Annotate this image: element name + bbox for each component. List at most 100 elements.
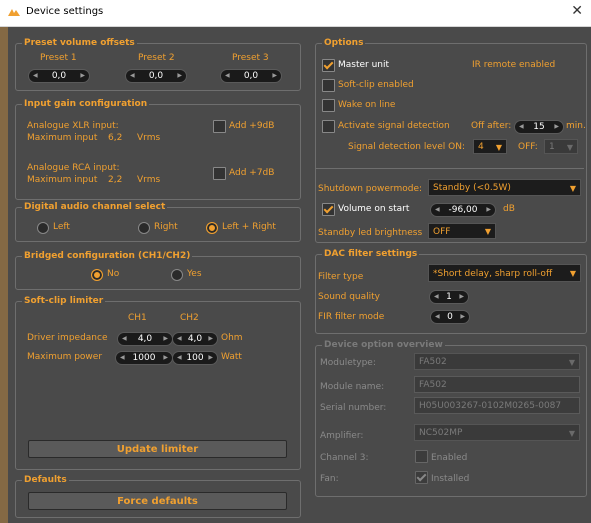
decrement-icon[interactable]: ◀ — [435, 204, 440, 216]
fan-value[interactable]: Installed — [431, 474, 469, 484]
decrement-icon[interactable]: ◀ — [519, 121, 524, 133]
amplifier-select[interactable]: NC502MP ▼ — [414, 424, 580, 441]
signal-level-off-label: OFF: — [518, 142, 538, 152]
ch1-column-header: CH1 — [128, 313, 147, 323]
standby-led-select[interactable]: OFF ▼ — [428, 223, 496, 239]
decrement-icon[interactable]: ◀ — [122, 333, 127, 345]
standby-led-value: OFF — [433, 227, 451, 237]
off-after-spinner[interactable]: ◀ 15 ▶ — [514, 120, 564, 134]
decrement-icon[interactable]: ◀ — [225, 70, 230, 82]
preset-2-spinner[interactable]: ◀ 0,0 ▶ — [125, 69, 187, 83]
chevron-down-icon: ▼ — [569, 184, 576, 193]
close-icon[interactable]: ✕ — [571, 3, 583, 19]
wake-on-line-label[interactable]: Wake on line — [338, 100, 395, 110]
channel-left-right-radio[interactable] — [206, 222, 218, 234]
app-logo-icon — [8, 9, 20, 16]
rca-input-label: Analogue RCA input: — [27, 163, 120, 173]
bridged-yes-radio[interactable] — [171, 269, 183, 281]
rca-max-value: 2,2 — [108, 175, 123, 185]
module-name-field[interactable]: FA502 — [414, 376, 580, 393]
channel3-value[interactable]: Enabled — [431, 453, 467, 463]
xlr-add-9db-label[interactable]: Add +9dB — [229, 121, 274, 131]
update-limiter-button[interactable]: Update limiter — [28, 440, 287, 458]
increment-icon[interactable]: ▶ — [554, 121, 559, 133]
filter-type-label: Filter type — [318, 272, 364, 282]
channel-left-radio[interactable] — [37, 222, 49, 234]
increment-icon[interactable]: ▶ — [80, 70, 85, 82]
ir-remote-status: IR remote enabled — [472, 60, 556, 70]
decrement-icon[interactable]: ◀ — [177, 352, 182, 364]
increment-icon[interactable]: ▶ — [460, 311, 465, 323]
rca-add-7db-checkbox[interactable] — [213, 167, 226, 180]
signal-level-on-select[interactable]: 4 ▼ — [473, 139, 507, 154]
preset-3-spinner[interactable]: ◀ 0,0 ▶ — [220, 69, 282, 83]
increment-icon[interactable]: ▶ — [272, 70, 277, 82]
window-title: Device settings — [26, 6, 104, 17]
fan-checkbox[interactable] — [415, 471, 428, 484]
input-gain-legend: Input gain configuration — [22, 99, 150, 110]
volume-on-start-checkbox[interactable] — [322, 203, 335, 216]
impedance-ch1-spinner[interactable]: ◀ 4,0 ▶ — [117, 332, 173, 346]
preset-1-spinner[interactable]: ◀ 0,0 ▶ — [28, 69, 90, 83]
activate-signal-checkbox[interactable] — [322, 120, 335, 133]
chevron-down-icon: ▼ — [495, 143, 502, 152]
decrement-icon[interactable]: ◀ — [434, 291, 439, 303]
increment-icon[interactable]: ▶ — [163, 333, 168, 345]
rca-add-7db-label[interactable]: Add +7dB — [229, 168, 274, 178]
signal-level-off-select[interactable]: 1 ▼ — [544, 139, 578, 154]
impedance-unit: Ohm — [221, 333, 243, 343]
increment-icon[interactable]: ▶ — [486, 204, 491, 216]
increment-icon[interactable]: ▶ — [459, 291, 464, 303]
fir-filter-spinner[interactable]: ◀ 0 ▶ — [430, 310, 470, 324]
standby-led-label: Standby led brightness — [318, 228, 423, 238]
ch2-column-header: CH2 — [180, 313, 199, 323]
channel-left-label[interactable]: Left — [53, 222, 70, 232]
wake-on-line-checkbox[interactable] — [322, 99, 335, 112]
increment-icon[interactable]: ▶ — [163, 352, 168, 364]
signal-level-on-value: 4 — [478, 142, 484, 152]
shutdown-powermode-select[interactable]: Standby (<0.5W) ▼ — [428, 179, 581, 196]
decrement-icon[interactable]: ◀ — [120, 352, 125, 364]
bridged-no-radio[interactable] — [91, 269, 103, 281]
decrement-icon[interactable]: ◀ — [435, 311, 440, 323]
chevron-down-icon: ▼ — [484, 227, 491, 236]
softclip-enabled-checkbox[interactable] — [322, 79, 335, 92]
channel3-checkbox[interactable] — [415, 450, 428, 463]
bridged-no-label[interactable]: No — [107, 269, 119, 279]
xlr-max-label: Maximum input — [27, 133, 98, 143]
volume-on-start-unit: dB — [503, 204, 515, 214]
fir-filter-label: FIR filter mode — [318, 312, 385, 322]
moduletype-select[interactable]: FA502 ▼ — [414, 353, 580, 370]
channel-left-right-label[interactable]: Left + Right — [222, 222, 276, 232]
increment-icon[interactable]: ▶ — [177, 70, 182, 82]
force-defaults-button[interactable]: Force defaults — [28, 492, 287, 510]
input-gain-group: Input gain configuration — [15, 99, 301, 200]
decrement-icon[interactable]: ◀ — [33, 70, 38, 82]
increment-icon[interactable]: ▶ — [208, 352, 213, 364]
softclip-enabled-label[interactable]: Soft-clip enabled — [338, 80, 414, 90]
channel-right-label[interactable]: Right — [154, 222, 178, 232]
filter-type-select[interactable]: *Short delay, sharp roll-off ▼ — [428, 264, 581, 282]
rca-unit: Vrms — [137, 175, 161, 185]
decrement-icon[interactable]: ◀ — [177, 333, 182, 345]
volume-on-start-spinner[interactable]: ◀ -96,00 ▶ — [430, 203, 496, 217]
activate-signal-label[interactable]: Activate signal detection — [338, 121, 450, 131]
decrement-icon[interactable]: ◀ — [130, 70, 135, 82]
bridged-yes-label[interactable]: Yes — [187, 269, 202, 279]
power-unit: Watt — [221, 352, 242, 362]
impedance-ch2-spinner[interactable]: ◀ 4,0 ▶ — [172, 332, 218, 346]
window-titlebar: Device settings ✕ — [0, 0, 591, 27]
channel-right-radio[interactable] — [138, 222, 150, 234]
serial-number-field[interactable]: H05U003267-0102M0265-0087 — [414, 397, 580, 414]
power-ch2-spinner[interactable]: ◀ 100 ▶ — [172, 351, 218, 365]
power-ch1-spinner[interactable]: ◀ 1000 ▶ — [115, 351, 173, 365]
volume-on-start-label[interactable]: Volume on start — [338, 204, 409, 214]
master-unit-label[interactable]: Master unit — [338, 60, 389, 70]
sound-quality-label: Sound quality — [318, 292, 380, 302]
xlr-add-9db-checkbox[interactable] — [213, 120, 226, 133]
master-unit-checkbox[interactable] — [322, 59, 335, 72]
xlr-input-label: Analogue XLR input: — [27, 121, 119, 131]
digital-channel-legend: Digital audio channel select — [22, 202, 168, 213]
increment-icon[interactable]: ▶ — [208, 333, 213, 345]
sound-quality-spinner[interactable]: ◀ 1 ▶ — [429, 290, 469, 304]
